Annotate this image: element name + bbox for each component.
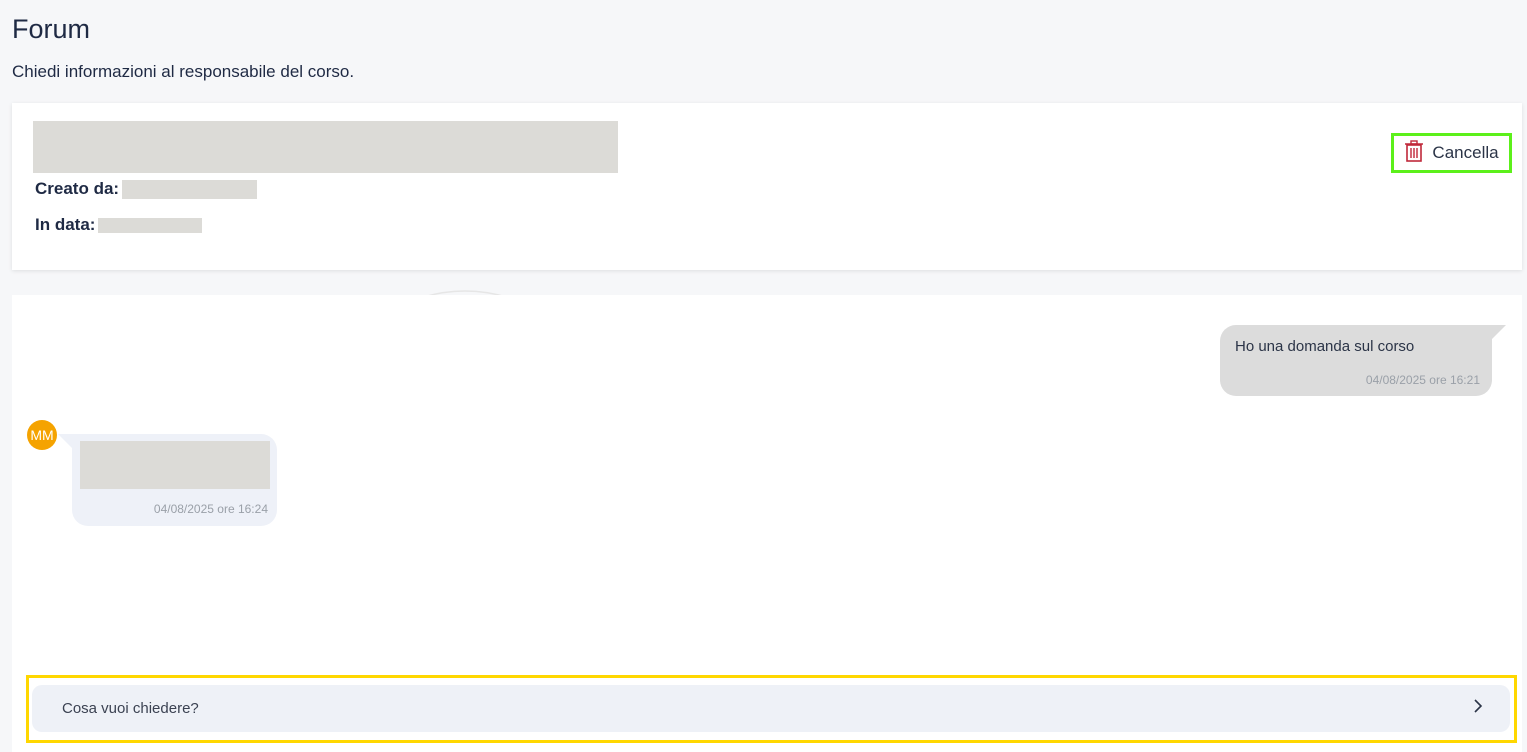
trash-icon	[1404, 139, 1424, 167]
created-by-row: Creato da:	[35, 179, 258, 199]
composer-frame	[26, 675, 1517, 743]
message-outgoing: Ho una domanda sul corso 04/08/2025 ore …	[1220, 325, 1506, 396]
message-text: Ho una domanda sul corso	[1235, 338, 1415, 355]
date-label: In data:	[35, 215, 96, 234]
message-timestamp: 04/08/2025 ore 16:24	[153, 502, 268, 516]
created-by-value-redacted	[122, 179, 258, 199]
avatar: MM	[27, 420, 57, 450]
date-row: In data:	[35, 215, 203, 235]
chevron-right-icon	[1473, 699, 1483, 718]
topic-title-redacted	[33, 121, 618, 173]
message-composer	[32, 685, 1510, 732]
delete-button-label: Cancella	[1432, 143, 1499, 162]
page-title: Forum	[12, 14, 91, 44]
message-incoming: 04/08/2025 ore 16:24	[58, 434, 277, 526]
page-subtitle: Chiedi informazioni al responsabile del …	[12, 62, 355, 81]
send-button[interactable]	[1458, 689, 1498, 729]
message-timestamp: 04/08/2025 ore 16:21	[1365, 373, 1480, 387]
message-input[interactable]	[32, 685, 1458, 732]
created-by-label: Creato da:	[35, 179, 120, 198]
date-value-redacted	[98, 217, 203, 233]
topic-card: Creato da: In data: Cancella	[12, 103, 1522, 270]
forum-page: Forum Chiedi informazioni al responsabil…	[0, 0, 1527, 752]
delete-button[interactable]: Cancella	[1391, 133, 1512, 173]
message-text-redacted	[80, 441, 270, 489]
